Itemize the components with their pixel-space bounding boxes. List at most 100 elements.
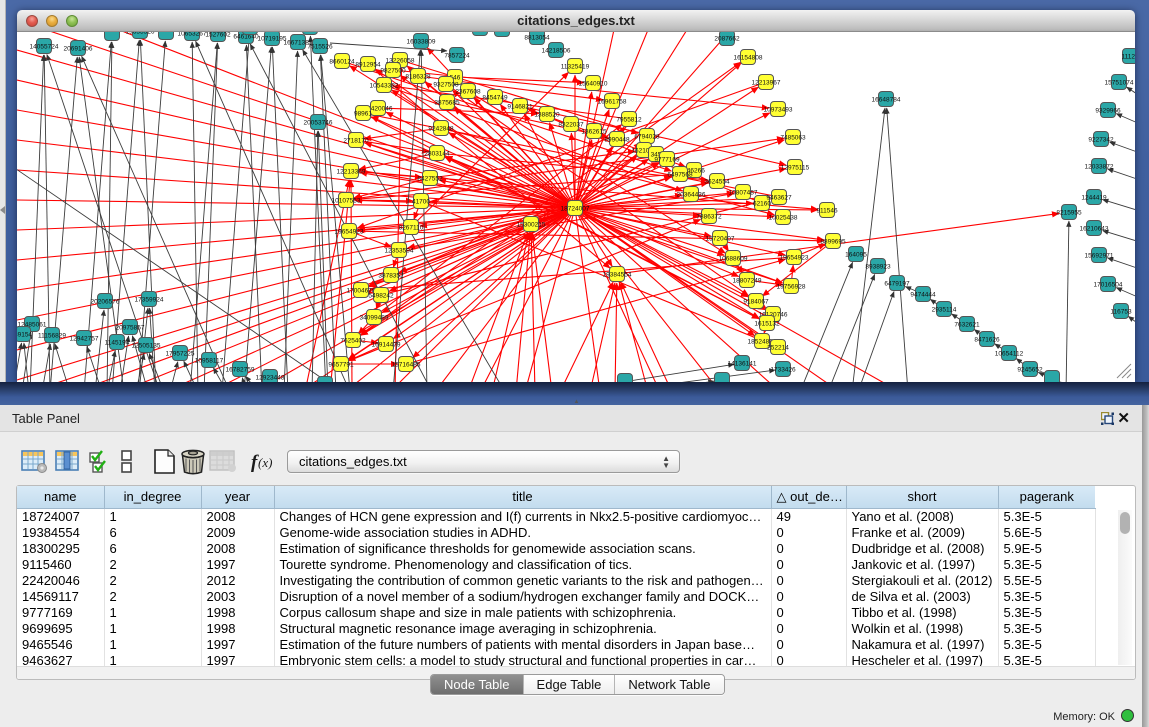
svg-text:3624554: 3624554 <box>704 179 730 186</box>
svg-text:11156829: 11156829 <box>38 333 66 340</box>
svg-text:20364436: 20364436 <box>677 192 706 199</box>
svg-text:9327508: 9327508 <box>433 82 459 89</box>
svg-text:2935114: 2935114 <box>932 307 957 314</box>
svg-text:8427552: 8427552 <box>417 176 443 183</box>
svg-text:16154808: 16154808 <box>734 55 763 62</box>
svg-text:17359924: 17359924 <box>135 297 164 304</box>
svg-text:41700: 41700 <box>412 199 430 206</box>
svg-text:34099489: 34099489 <box>360 315 389 322</box>
svg-text:9146821: 9146821 <box>507 104 533 111</box>
svg-text:98961: 98961 <box>354 111 372 118</box>
svg-text:9827500: 9827500 <box>380 68 406 75</box>
svg-text:10025438: 10025438 <box>769 215 798 222</box>
svg-text:19384554: 19384554 <box>603 272 632 279</box>
svg-text:3875685: 3875685 <box>434 100 460 107</box>
svg-text:8471626: 8471626 <box>974 337 1000 344</box>
svg-text:10653267: 10653267 <box>178 32 207 38</box>
svg-text:14136141: 14136141 <box>728 361 757 368</box>
svg-text:15716485: 15716485 <box>392 362 421 369</box>
svg-text:12975115: 12975115 <box>781 165 810 172</box>
svg-text:252214: 252214 <box>767 345 789 352</box>
svg-text:10107553: 10107553 <box>332 198 361 205</box>
svg-text:1362615: 1362615 <box>581 129 607 136</box>
svg-text:8899695: 8899695 <box>820 239 846 246</box>
svg-text:62160: 62160 <box>753 201 771 208</box>
svg-text:9184067: 9184067 <box>743 299 769 306</box>
svg-text:2718170: 2718170 <box>343 138 369 145</box>
svg-text:16210643: 16210643 <box>1080 226 1109 233</box>
svg-text:12213369: 12213369 <box>337 169 366 176</box>
svg-text:6479197: 6479197 <box>884 281 910 288</box>
svg-text:8322037: 8322037 <box>558 122 584 129</box>
svg-text:16961758: 16961758 <box>598 99 627 106</box>
svg-text:8186328: 8186328 <box>405 74 431 81</box>
svg-text:1388520: 1388520 <box>534 112 560 119</box>
svg-text:9227342: 9227342 <box>1088 137 1114 144</box>
svg-text:8938923: 8938923 <box>865 264 891 271</box>
svg-text:1145194: 1145194 <box>105 340 130 347</box>
svg-text:12505135: 12505135 <box>132 343 161 350</box>
svg-text:16782759: 16782759 <box>226 367 255 374</box>
svg-text:12033872: 12033872 <box>1085 164 1114 171</box>
svg-text:12213967: 12213967 <box>752 80 781 87</box>
svg-text:8813054: 8813054 <box>524 35 550 42</box>
svg-text:10807487: 10807487 <box>729 190 758 197</box>
svg-text:116753: 116753 <box>1110 309 1132 316</box>
svg-text:20975857: 20975857 <box>116 325 145 332</box>
svg-text:20053746: 20053746 <box>304 120 333 127</box>
svg-text:14218506: 14218506 <box>542 48 571 55</box>
svg-text:6794028: 6794028 <box>634 134 660 141</box>
svg-text:164095: 164095 <box>845 252 867 259</box>
svg-text:10958117: 10958117 <box>195 358 224 365</box>
svg-text:9777169: 9777169 <box>654 157 680 164</box>
svg-text:(x): (x) <box>258 455 272 470</box>
svg-text:19653526: 19653526 <box>126 32 155 36</box>
svg-text:2087662: 2087662 <box>714 36 740 43</box>
svg-text:10973493: 10973493 <box>764 107 793 114</box>
svg-text:17957225: 17957225 <box>166 351 195 358</box>
svg-text:39154: 39154 <box>17 332 32 339</box>
svg-text:9463627: 9463627 <box>766 195 792 202</box>
svg-text:17016504: 17016504 <box>1094 282 1123 289</box>
svg-text:8990448: 8990448 <box>604 137 630 144</box>
svg-text:16914479: 16914479 <box>372 342 401 349</box>
svg-text:8267110: 8267110 <box>399 225 424 232</box>
svg-text:10688609: 10688609 <box>719 256 748 263</box>
svg-text:12942757: 12942757 <box>70 336 99 343</box>
svg-text:7886372: 7886372 <box>696 214 722 221</box>
svg-text:2367608: 2367608 <box>455 89 481 96</box>
svg-text:20691406: 20691406 <box>64 46 93 53</box>
svg-text:7485063: 7485063 <box>780 135 806 142</box>
svg-text:2803144: 2803144 <box>424 151 450 158</box>
svg-text:1615132: 1615132 <box>754 321 780 328</box>
svg-text:5498242: 5498242 <box>368 293 394 300</box>
svg-text:9329966: 9329966 <box>1095 108 1121 115</box>
svg-text:10543382: 10543382 <box>370 83 399 90</box>
svg-text:18807249: 18807249 <box>733 278 762 285</box>
svg-text:7632621: 7632621 <box>954 322 980 329</box>
svg-text:10654112: 10654112 <box>995 351 1024 358</box>
svg-text:7857224: 7857224 <box>444 53 470 60</box>
svg-text:19654923: 19654923 <box>780 255 809 262</box>
svg-text:8215955: 8215955 <box>1056 210 1082 217</box>
svg-text:19654923: 19654923 <box>335 229 364 236</box>
svg-text:20206576: 20206576 <box>91 299 120 306</box>
svg-text:19756928: 19756928 <box>777 284 806 291</box>
svg-text:1244419: 1244419 <box>1081 195 1107 202</box>
svg-text:7515526: 7515526 <box>307 44 333 51</box>
svg-text:9474444: 9474444 <box>910 292 936 299</box>
svg-text:15751074: 15751074 <box>1105 80 1134 87</box>
svg-text:10719195: 10719195 <box>258 36 287 43</box>
svg-text:7955812: 7955812 <box>616 117 642 124</box>
svg-text:16033809: 16033809 <box>407 39 436 46</box>
svg-text:8660124: 8660124 <box>329 59 355 66</box>
svg-text:8454749: 8454749 <box>482 95 508 102</box>
svg-text:15692971: 15692971 <box>1085 253 1114 260</box>
svg-text:11325419: 11325419 <box>561 64 590 71</box>
svg-text:7625402: 7625402 <box>340 338 366 345</box>
svg-text:911546: 911546 <box>816 208 838 215</box>
svg-text:12923448: 12923448 <box>256 375 285 382</box>
svg-text:8912954: 8912954 <box>355 62 381 69</box>
svg-text:18724007: 18724007 <box>561 206 590 213</box>
svg-text:15300215: 15300215 <box>517 222 546 229</box>
